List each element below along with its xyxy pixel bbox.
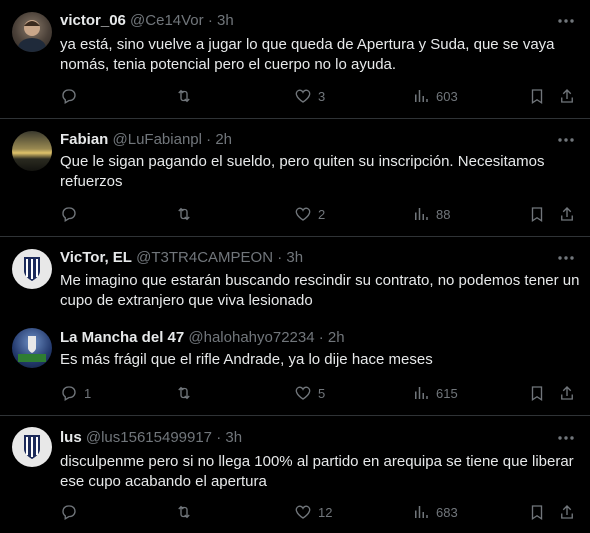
timestamp[interactable]: 3h	[286, 249, 303, 266]
share-button[interactable]	[558, 502, 576, 522]
tweet-text: ya está, sino vuelve a jugar lo que qued…	[60, 36, 555, 73]
retweet-icon	[178, 505, 190, 519]
reply-tweet[interactable]: VicTor, EL @T3TR4CAMPEON · 3h Me imagino…	[0, 237, 590, 319]
reply-count: 1	[84, 385, 92, 401]
views-button[interactable]: 683	[412, 502, 458, 522]
retweet-icon	[178, 386, 190, 400]
separator-dot: ·	[277, 249, 283, 266]
share-icon	[561, 505, 573, 519]
bookmark-icon	[531, 207, 543, 223]
more-options-icon[interactable]	[556, 11, 576, 31]
bookmark-button[interactable]	[528, 502, 546, 522]
more-options-icon[interactable]	[556, 248, 576, 268]
heart-icon	[295, 89, 311, 103]
views-button[interactable]: 88	[412, 204, 450, 224]
separator-dot: ·	[216, 429, 222, 446]
heart-icon	[295, 505, 311, 519]
retweet-button[interactable]	[175, 383, 193, 403]
club-crest-avatar[interactable]	[12, 249, 52, 289]
bookmark-button[interactable]	[528, 86, 546, 106]
separator-dot: ·	[206, 131, 212, 148]
share-icon	[561, 89, 573, 103]
tweet-text: disculpenme pero si no llega 100% al par…	[60, 453, 574, 490]
author-name[interactable]: La Mancha del 47	[60, 329, 184, 346]
like-count: 3	[318, 88, 326, 104]
reply-button[interactable]	[60, 86, 84, 106]
reply-tweet[interactable]: La Mancha del 47 @halohahyo72234 · 2h Es…	[0, 319, 590, 416]
author-name[interactable]: VicTor, EL	[60, 249, 132, 266]
view-count: 683	[436, 504, 458, 520]
retweet-button[interactable]	[175, 502, 193, 522]
share-button[interactable]	[558, 383, 576, 403]
bookmark-icon	[531, 505, 543, 521]
bookmark-icon	[531, 386, 543, 402]
club-crest-avatar[interactable]	[12, 427, 52, 467]
like-button[interactable]: 2	[294, 204, 325, 224]
reply-button[interactable]	[60, 502, 84, 522]
reply-tweet[interactable]: lus @lus15615499917 · 3h disculpenme per…	[0, 416, 590, 533]
share-button[interactable]	[558, 204, 576, 224]
more-options-icon[interactable]	[556, 130, 576, 150]
like-button[interactable]: 3	[294, 86, 325, 106]
views-icon	[415, 506, 428, 518]
views-icon	[415, 90, 428, 102]
sunset-avatar[interactable]	[12, 131, 52, 171]
like-button[interactable]: 5	[294, 383, 325, 403]
like-count: 2	[318, 206, 326, 222]
author-handle[interactable]: @T3TR4CAMPEON	[136, 249, 273, 266]
retweet-icon	[178, 89, 190, 103]
share-icon	[561, 207, 573, 221]
tweet-text: Me imagino que estarán buscando rescindi…	[60, 272, 580, 309]
view-count: 88	[436, 206, 451, 222]
separator-dot: ·	[207, 12, 213, 29]
reply-button[interactable]: 1	[60, 383, 91, 403]
view-count: 615	[436, 385, 458, 401]
bookmark-button[interactable]	[528, 383, 546, 403]
like-count: 12	[318, 504, 333, 520]
tweet-text: Es más frágil que el rifle Andrade, ya l…	[60, 351, 433, 368]
author-handle[interactable]: @LuFabianpl	[113, 131, 202, 148]
share-icon	[561, 386, 573, 400]
portrait-avatar[interactable]	[12, 12, 52, 52]
reply-icon	[62, 505, 76, 520]
views-icon	[415, 208, 428, 220]
reply-tweet[interactable]: victor_06 @Ce14Vor · 3h ya está, sino vu…	[0, 0, 590, 119]
retweet-icon	[178, 207, 190, 221]
author-handle[interactable]: @Ce14Vor	[130, 12, 204, 29]
views-icon	[415, 387, 428, 399]
reply-tweet[interactable]: Fabian @LuFabianpl · 2h Que le sigan pag…	[0, 119, 590, 237]
share-button[interactable]	[558, 86, 576, 106]
bookmark-button[interactable]	[528, 204, 546, 224]
stadium-avatar[interactable]	[12, 328, 52, 368]
views-button[interactable]: 603	[412, 86, 458, 106]
timestamp[interactable]: 3h	[217, 12, 234, 29]
author-name[interactable]: victor_06	[60, 12, 126, 29]
retweet-button[interactable]	[175, 86, 193, 106]
reply-icon	[62, 386, 76, 401]
author-handle[interactable]: @lus15615499917	[86, 429, 212, 446]
reply-icon	[62, 207, 76, 222]
tweet-text: Que le sigan pagando el sueldo, pero qui…	[60, 153, 545, 190]
timestamp[interactable]: 2h	[328, 329, 345, 346]
timestamp[interactable]: 3h	[225, 429, 242, 446]
author-handle[interactable]: @halohahyo72234	[188, 329, 314, 346]
view-count: 603	[436, 88, 458, 104]
like-count: 5	[318, 385, 326, 401]
heart-icon	[295, 386, 311, 400]
views-button[interactable]: 615	[412, 383, 458, 403]
like-button[interactable]: 12	[294, 502, 332, 522]
author-name[interactable]: Fabian	[60, 131, 108, 148]
heart-icon	[295, 207, 311, 221]
bookmark-icon	[531, 89, 543, 105]
more-options-icon[interactable]	[556, 428, 576, 448]
separator-dot: ·	[318, 329, 324, 346]
timestamp[interactable]: 2h	[215, 131, 232, 148]
author-name[interactable]: lus	[60, 429, 82, 446]
retweet-button[interactable]	[175, 204, 193, 224]
reply-icon	[62, 89, 76, 104]
reply-button[interactable]	[60, 204, 84, 224]
